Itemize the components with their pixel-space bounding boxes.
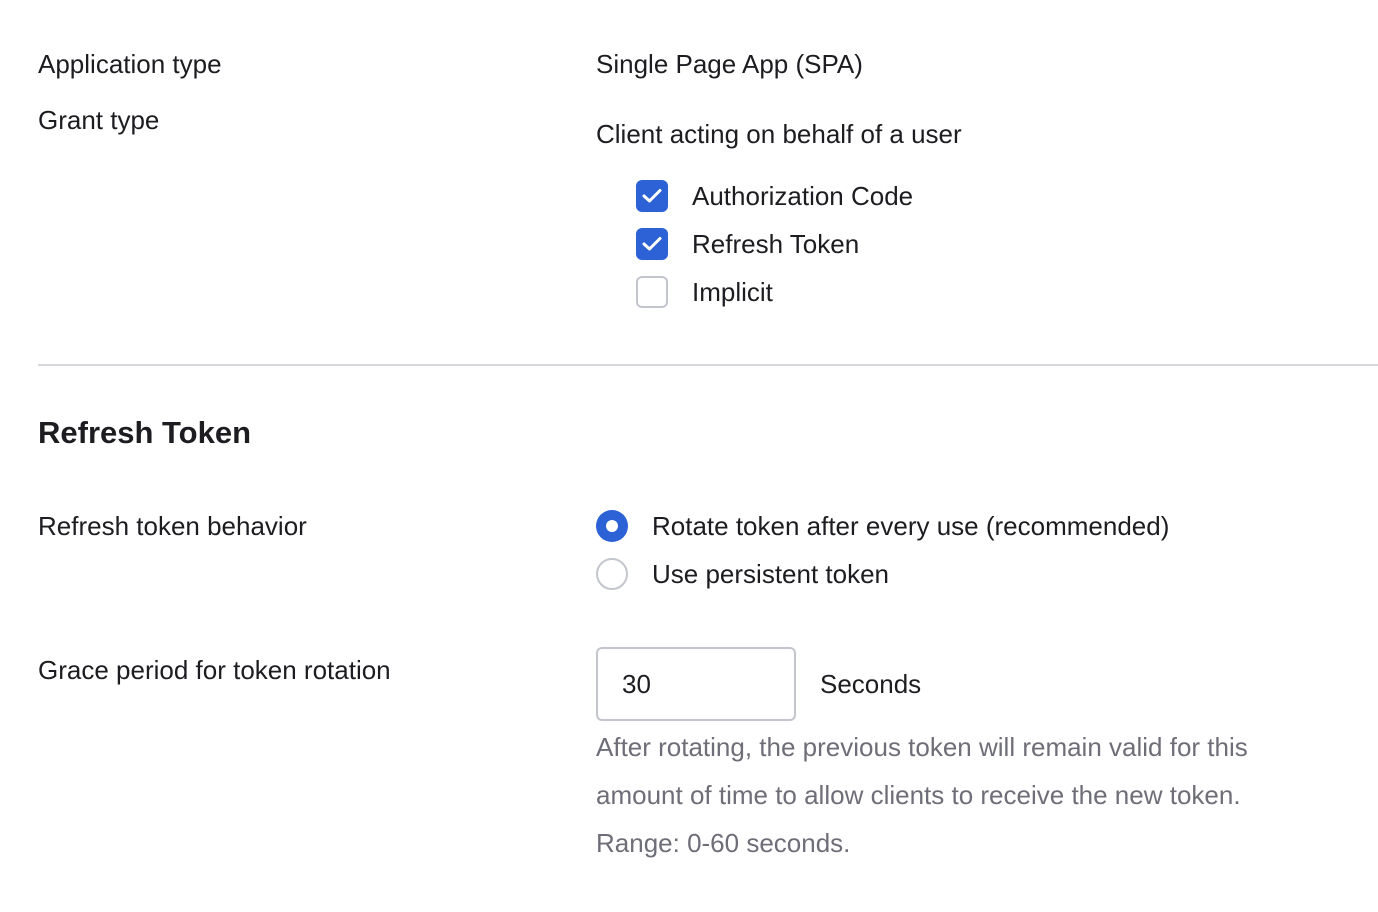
grant-option-refresh-token[interactable]: Refresh Token <box>636 228 859 260</box>
implicit-checkbox[interactable] <box>636 276 668 308</box>
grace-period-help-text: After rotating, the previous token will … <box>596 723 1356 867</box>
persistent-token-radio[interactable] <box>596 558 628 590</box>
behavior-option-persistent[interactable]: Use persistent token <box>596 558 889 590</box>
rotate-token-radio[interactable] <box>596 510 628 542</box>
authorization-code-label: Authorization Code <box>692 181 914 211</box>
grace-period-unit: Seconds <box>820 669 922 699</box>
help-line: After rotating, the previous token will … <box>596 732 1248 762</box>
implicit-label: Implicit <box>692 277 773 307</box>
rotate-token-label: Rotate token after every use (recommende… <box>652 511 1170 541</box>
refresh-token-behavior-label: Refresh token behavior <box>38 511 307 541</box>
refresh-token-checkbox[interactable] <box>636 228 668 260</box>
checkmark-icon <box>642 237 662 251</box>
grant-type-label: Grant type <box>38 105 160 135</box>
grant-type-subheading: Client acting on behalf of a user <box>596 119 962 149</box>
help-line: amount of time to allow clients to recei… <box>596 780 1241 810</box>
application-type-label: Application type <box>38 49 222 79</box>
grant-option-authorization-code[interactable]: Authorization Code <box>636 180 913 212</box>
refresh-token-label: Refresh Token <box>692 229 860 259</box>
persistent-token-label: Use persistent token <box>652 559 890 589</box>
checkmark-icon <box>642 189 662 203</box>
refresh-token-section-title: Refresh Token <box>38 415 252 450</box>
application-type-value: Single Page App (SPA) <box>596 49 863 79</box>
behavior-option-rotate[interactable]: Rotate token after every use (recommende… <box>596 510 1169 542</box>
grace-period-input[interactable] <box>596 647 796 721</box>
authorization-code-checkbox[interactable] <box>636 180 668 212</box>
grace-period-label: Grace period for token rotation <box>38 655 391 685</box>
help-range: Range: 0-60 seconds. <box>596 828 851 858</box>
section-divider <box>38 364 1378 366</box>
grant-option-implicit[interactable]: Implicit <box>636 276 773 308</box>
